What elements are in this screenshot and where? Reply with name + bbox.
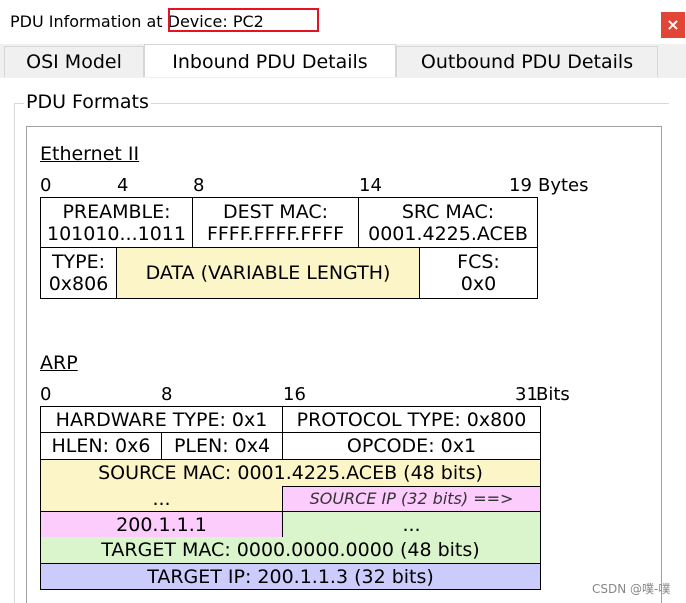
tab-label: OSI Model xyxy=(26,51,122,73)
arp-hardware-type-cell: HARDWARE TYPE: 0x1 xyxy=(40,406,283,433)
arp-source-ip-hint-cell: SOURCE IP (32 bits) ==> xyxy=(282,486,541,512)
arp-target-ip-cell: TARGET IP: 200.1.1.3 (32 bits) xyxy=(40,563,541,590)
group-label-pdu-formats: PDU Formats xyxy=(24,91,151,113)
arp-opcode-cell: OPCODE: 0x1 xyxy=(282,432,541,460)
ethernet-offset-19: 19 xyxy=(509,175,532,196)
fcs-value: 0x0 xyxy=(460,273,497,295)
source-mac-continuation: ... xyxy=(152,488,171,510)
source-ip-value: 200.1.1.1 xyxy=(116,513,207,536)
source-ip-hint: SOURCE IP (32 bits) ==> xyxy=(309,489,514,508)
plen: PLEN: 0x4 xyxy=(173,435,271,457)
arp-offset-0: 0 xyxy=(40,384,52,405)
preamble-label: PREAMBLE: xyxy=(62,200,171,223)
hardware-type: HARDWARE TYPE: 0x1 xyxy=(55,408,268,431)
arp-source-ip-value-cell: 200.1.1.1 xyxy=(40,511,283,538)
arp-heading: ARP xyxy=(40,352,78,374)
tab-label: Outbound PDU Details xyxy=(420,51,634,73)
tab-inbound-pdu-details[interactable]: Inbound PDU Details xyxy=(144,44,396,77)
ethernet-offset-8: 8 xyxy=(193,175,205,196)
ethernet-heading: Ethernet II xyxy=(40,143,140,165)
group-border-left xyxy=(14,103,15,603)
close-button[interactable]: × xyxy=(661,12,685,38)
tab-label: Inbound PDU Details xyxy=(172,51,368,73)
ethernet-type-cell: TYPE: 0x806 xyxy=(40,247,117,299)
arp-protocol-type-cell: PROTOCOL TYPE: 0x800 xyxy=(282,406,541,433)
watermark: CSDN @噗-噗 xyxy=(592,582,671,596)
opcode: OPCODE: 0x1 xyxy=(346,435,477,457)
target-mac-text: TARGET MAC: 0000.0000.0000 (48 bits) xyxy=(101,539,480,561)
src-mac-label: SRC MAC: xyxy=(401,200,495,223)
ethernet-unit: Bytes xyxy=(538,175,589,196)
preamble-value: 101010...1011 xyxy=(46,222,186,245)
close-icon: × xyxy=(666,15,680,34)
ethernet-data-cell: DATA (VARIABLE LENGTH) xyxy=(116,247,420,299)
tab-outbound-pdu-details[interactable]: Outbound PDU Details xyxy=(396,46,658,77)
title-highlight-box xyxy=(168,8,319,32)
dest-mac-label: DEST MAC: xyxy=(222,200,329,223)
arp-offset-16: 16 xyxy=(283,384,306,405)
protocol-type: PROTOCOL TYPE: 0x800 xyxy=(296,408,527,431)
source-mac-text: SOURCE MAC: 0001.4225.ACEB (48 bits) xyxy=(98,462,483,484)
src-mac-value: 0001.4225.ACEB xyxy=(368,222,528,245)
arp-offset-8: 8 xyxy=(161,384,173,405)
data-label: DATA (VARIABLE LENGTH) xyxy=(145,262,391,284)
ethernet-preamble-cell: PREAMBLE: 101010...1011 xyxy=(40,197,193,248)
tab-osi-model[interactable]: OSI Model xyxy=(4,46,144,77)
type-label: TYPE: xyxy=(51,251,106,273)
type-value: 0x806 xyxy=(48,273,109,295)
ethernet-fcs-cell: FCS: 0x0 xyxy=(419,247,538,299)
fcs-label: FCS: xyxy=(457,251,500,273)
ethernet-offset-4: 4 xyxy=(117,175,129,196)
arp-offset-31: 31 xyxy=(515,384,538,405)
arp-plen-cell: PLEN: 0x4 xyxy=(161,432,283,460)
window-title-prefix: PDU Information at xyxy=(10,12,168,31)
ethernet-dest-mac-cell: DEST MAC: FFFF.FFFF.FFFF xyxy=(192,197,359,248)
arp-unit: Bits xyxy=(536,384,570,405)
dest-mac-value: FFFF.FFFF.FFFF xyxy=(206,222,345,245)
arp-hlen-cell: HLEN: 0x6 xyxy=(40,432,162,460)
ethernet-offset-14: 14 xyxy=(359,175,382,196)
target-ip: TARGET IP: 200.1.1.3 (32 bits) xyxy=(147,565,434,588)
ethernet-src-mac-cell: SRC MAC: 0001.4225.ACEB xyxy=(358,197,538,248)
ethernet-offset-0: 0 xyxy=(40,175,52,196)
target-mac-continuation: ... xyxy=(402,514,421,536)
hlen: HLEN: 0x6 xyxy=(51,435,151,457)
